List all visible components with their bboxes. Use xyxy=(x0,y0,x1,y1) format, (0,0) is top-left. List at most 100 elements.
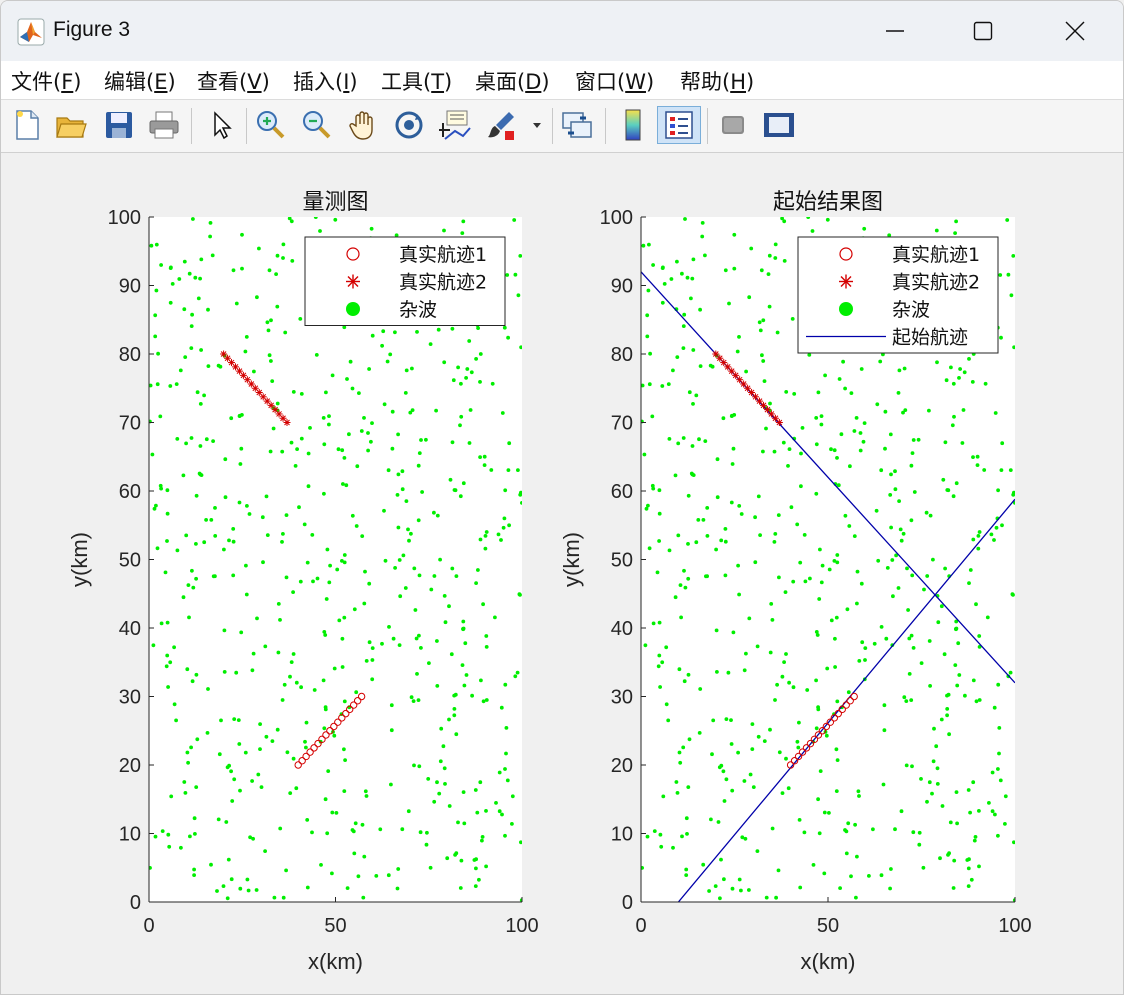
clutter-point xyxy=(844,851,849,856)
clutter-point xyxy=(909,518,914,523)
clutter-point xyxy=(294,786,299,791)
zoom-in-button[interactable] xyxy=(253,106,289,144)
clutter-point xyxy=(153,834,158,839)
dock-figure-button[interactable] xyxy=(761,106,797,144)
clutter-point xyxy=(722,799,727,803)
clutter-point xyxy=(817,597,822,601)
axes-2: 0 10 20 30 40 50 60 70 80 90 100 0 50 100 x(km) y(km) 起始… xyxy=(559,190,1032,974)
clutter-point xyxy=(393,330,397,335)
colorbar-button[interactable] xyxy=(615,106,651,144)
clutter-point xyxy=(747,295,752,300)
clutter-point xyxy=(768,401,772,406)
link-plot-button[interactable] xyxy=(559,106,595,144)
clutter-point xyxy=(711,718,716,723)
clutter-point xyxy=(723,268,728,273)
open-file-button[interactable] xyxy=(53,106,89,144)
clutter-point xyxy=(357,391,361,395)
clutter-point xyxy=(432,574,437,578)
clutter-point xyxy=(389,782,393,787)
clutter-point xyxy=(324,597,329,601)
clutter-point xyxy=(881,782,886,787)
clutter-point xyxy=(657,620,662,625)
menu-help[interactable]: 帮助(H) xyxy=(680,66,754,96)
clutter-point xyxy=(686,493,691,498)
clutter-point xyxy=(677,750,682,755)
clutter-point xyxy=(347,432,351,437)
clutter-point xyxy=(739,512,744,516)
title-bar[interactable]: Figure 3 xyxy=(1,1,1123,61)
menu-view[interactable]: 查看(V) xyxy=(197,66,270,96)
clutter-point xyxy=(942,652,947,657)
zoom-out-button[interactable] xyxy=(299,106,335,144)
clutter-point xyxy=(198,276,203,281)
menu-window[interactable]: 窗口(W) xyxy=(575,66,654,96)
clutter-point xyxy=(1000,523,1004,528)
clutter-point xyxy=(452,707,457,711)
rotate-3d-button[interactable] xyxy=(391,106,427,144)
clutter-point xyxy=(213,506,217,510)
brush-button[interactable] xyxy=(483,106,519,144)
clutter-point xyxy=(889,867,893,871)
clutter-point xyxy=(855,601,859,606)
menu-insert[interactable]: 插入(I) xyxy=(293,66,358,96)
menu-desktop[interactable]: 桌面(D) xyxy=(475,66,550,96)
clutter-point xyxy=(723,539,728,544)
maximize-icon xyxy=(973,21,993,41)
clutter-point xyxy=(306,484,311,489)
clutter-point xyxy=(278,618,282,622)
clutter-point xyxy=(835,560,840,565)
clutter-point xyxy=(901,531,906,536)
new-figure-button[interactable] xyxy=(9,106,45,144)
clutter-point xyxy=(409,531,413,536)
maximize-button[interactable] xyxy=(937,1,1029,61)
clutter-point xyxy=(370,333,375,338)
data-cursor-icon xyxy=(439,110,471,140)
clutter-point xyxy=(684,867,689,872)
clutter-point xyxy=(727,301,731,306)
clutter-point xyxy=(211,439,216,443)
close-button[interactable] xyxy=(1029,1,1121,61)
clutter-point xyxy=(322,491,326,496)
clutter-point xyxy=(156,351,161,356)
clutter-point xyxy=(391,636,396,641)
minimize-button[interactable] xyxy=(849,1,941,61)
clutter-point xyxy=(255,295,259,300)
clutter-point xyxy=(311,579,315,584)
clutter-point xyxy=(243,750,248,755)
brush-dropdown-button[interactable] xyxy=(527,106,547,144)
clutter-point xyxy=(297,505,301,510)
legend-button[interactable] xyxy=(657,106,701,144)
data-cursor-button[interactable] xyxy=(437,106,473,144)
clutter-point xyxy=(899,809,904,814)
clutter-point xyxy=(786,464,790,468)
clutter-point xyxy=(177,277,182,281)
clutter-point xyxy=(500,411,505,415)
clutter-point xyxy=(885,566,890,570)
clutter-point xyxy=(675,791,680,795)
clutter-point xyxy=(298,579,303,584)
clutter-point xyxy=(889,472,893,477)
clutter-point xyxy=(753,560,758,565)
clutter-point xyxy=(684,816,689,821)
clutter-point xyxy=(773,242,778,247)
clutter-point xyxy=(520,501,522,505)
clutter-point xyxy=(954,219,958,224)
menu-edit[interactable]: 编辑(E) xyxy=(104,66,176,96)
hide-tools-button[interactable] xyxy=(715,106,751,144)
clutter-point xyxy=(251,836,256,841)
clutter-point xyxy=(206,307,210,312)
print-button[interactable] xyxy=(146,106,182,144)
select-button[interactable] xyxy=(203,106,239,144)
pan-button[interactable] xyxy=(345,106,381,144)
clutter-point xyxy=(231,527,236,531)
clutter-point xyxy=(194,672,199,677)
clutter-point xyxy=(342,560,347,565)
clutter-point xyxy=(703,253,707,258)
clutter-point xyxy=(816,707,821,712)
clutter-point xyxy=(735,349,740,354)
save-button[interactable] xyxy=(101,106,137,144)
clutter-point xyxy=(953,231,957,235)
clutter-point xyxy=(208,234,213,239)
menu-file[interactable]: 文件(F) xyxy=(11,66,82,96)
menu-tools[interactable]: 工具(T) xyxy=(381,66,452,96)
